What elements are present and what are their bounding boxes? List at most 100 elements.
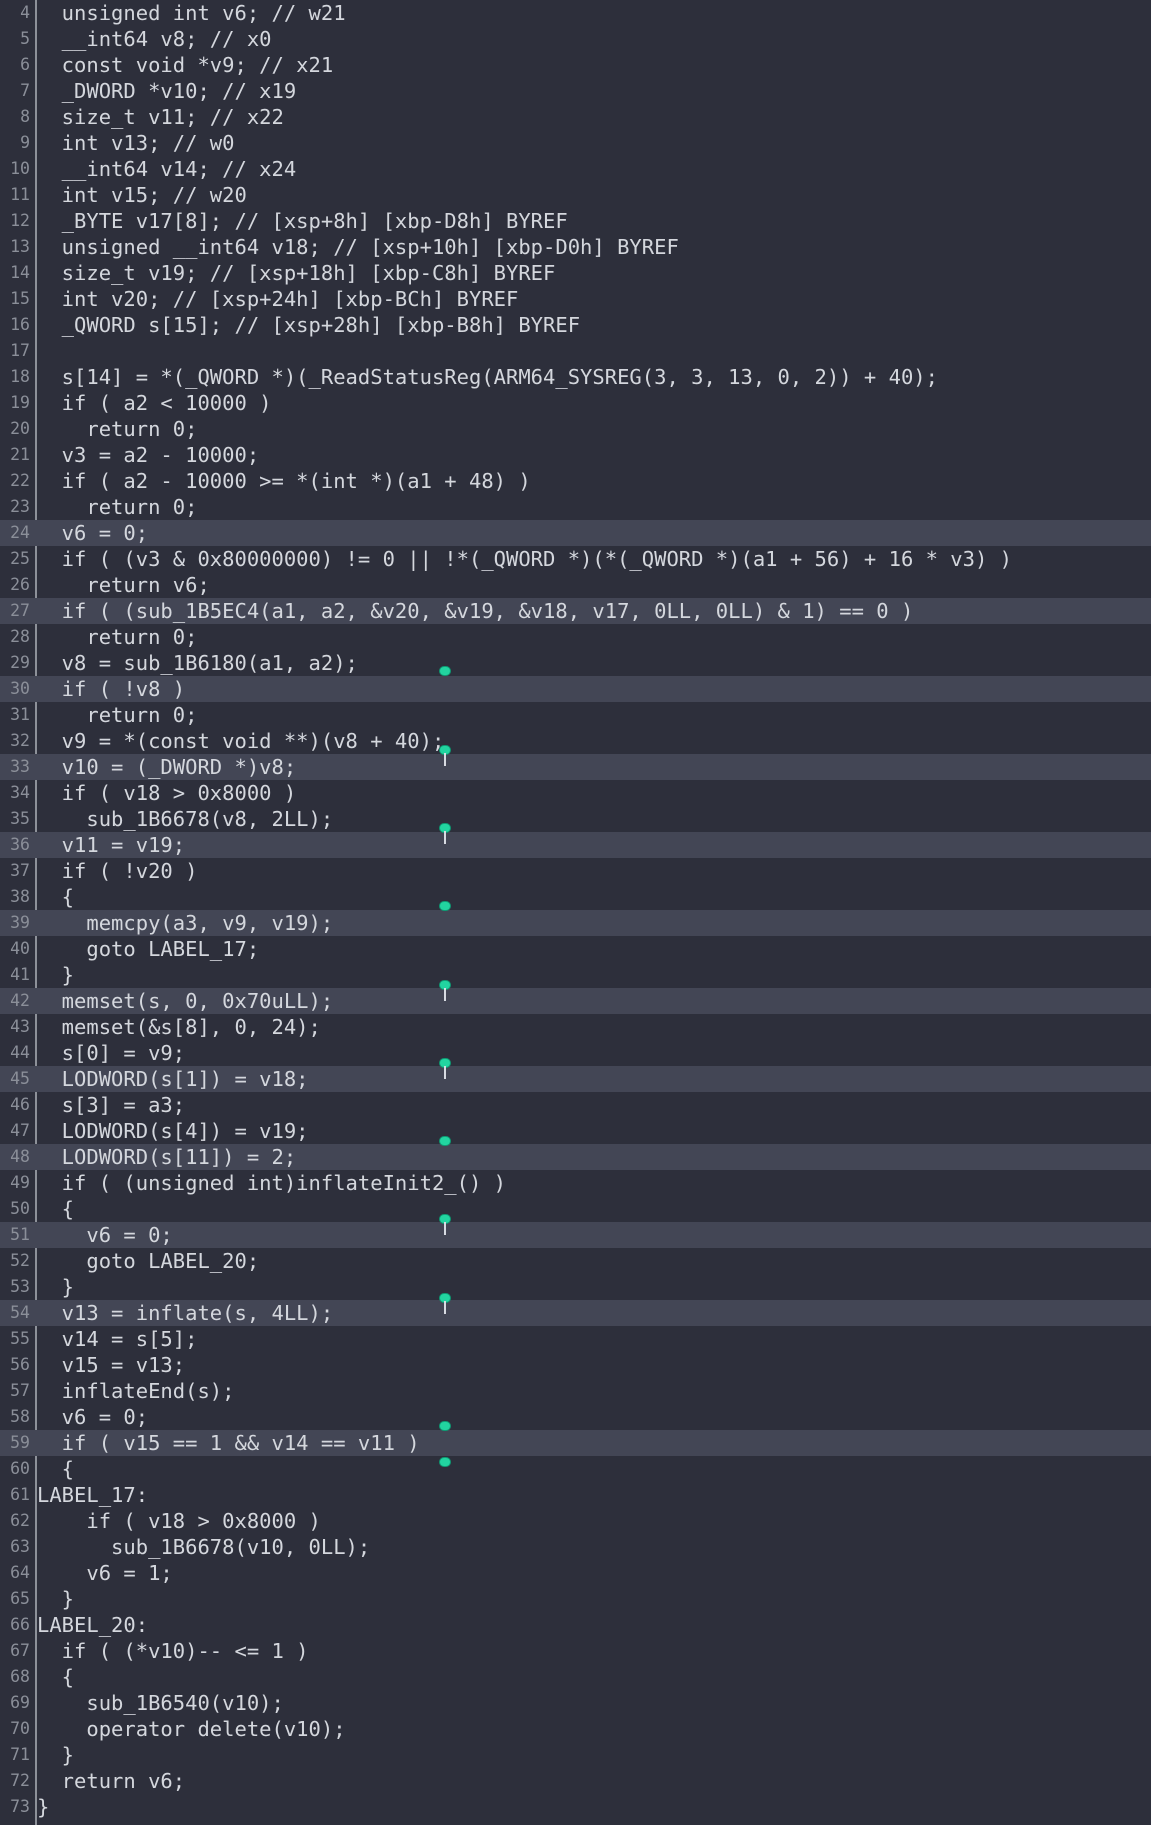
code-line[interactable]: 51 v6 = 0;	[0, 1222, 1151, 1248]
code-text[interactable]: inflateEnd(s);	[37, 1378, 235, 1404]
code-text[interactable]: if ( v18 > 0x8000 )	[37, 780, 297, 806]
code-text[interactable]: }	[37, 1794, 49, 1820]
code-text[interactable]: _BYTE v17[8]; // [xsp+8h] [xbp-D8h] BYRE…	[37, 208, 568, 234]
code-text[interactable]: return 0;	[37, 702, 197, 728]
code-text[interactable]: unsigned int v6; // w21	[37, 0, 346, 26]
code-line[interactable]: 44 s[0] = v9;	[0, 1040, 1151, 1066]
code-line[interactable]: 29 v8 = sub_1B6180(a1, a2);	[0, 650, 1151, 676]
code-line[interactable]: 37 if ( !v20 )	[0, 858, 1151, 884]
code-text[interactable]: v15 = v13;	[37, 1352, 185, 1378]
code-text[interactable]: {	[37, 1664, 74, 1690]
code-line[interactable]: 11 int v15; // w20	[0, 182, 1151, 208]
code-text[interactable]: v14 = s[5];	[37, 1326, 198, 1352]
code-text[interactable]: sub_1B6540(v10);	[37, 1690, 283, 1716]
code-line[interactable]: 31 return 0;	[0, 702, 1151, 728]
code-line[interactable]: 13 unsigned __int64 v18; // [xsp+10h] [x…	[0, 234, 1151, 260]
code-text[interactable]: LODWORD(s[11]) = 2;	[37, 1144, 297, 1170]
code-line[interactable]: 46 s[3] = a3;	[0, 1092, 1151, 1118]
code-line[interactable]: 33 v10 = (_DWORD *)v8;	[0, 754, 1151, 780]
code-text[interactable]: }	[37, 1274, 74, 1300]
code-line[interactable]: 32 v9 = *(const void **)(v8 + 40);	[0, 728, 1151, 754]
code-line[interactable]: 28 return 0;	[0, 624, 1151, 650]
code-text[interactable]: sub_1B6678(v8, 2LL);	[37, 806, 333, 832]
code-line[interactable]: 17	[0, 338, 1151, 364]
code-text[interactable]: size_t v19; // [xsp+18h] [xbp-C8h] BYREF	[37, 260, 556, 286]
code-line[interactable]: 59 if ( v15 == 1 && v14 == v11 )	[0, 1430, 1151, 1456]
code-text[interactable]: v6 = 0;	[37, 1404, 148, 1430]
code-line[interactable]: 63 sub_1B6678(v10, 0LL);	[0, 1534, 1151, 1560]
code-text[interactable]: v10 = (_DWORD *)v8;	[37, 754, 297, 780]
code-line[interactable]: 19 if ( a2 < 10000 )	[0, 390, 1151, 416]
code-text[interactable]: }	[37, 962, 74, 988]
code-text[interactable]: memcpy(a3, v9, v19);	[37, 910, 333, 936]
code-text[interactable]: _QWORD s[15]; // [xsp+28h] [xbp-B8h] BYR…	[37, 312, 580, 338]
code-line[interactable]: 15 int v20; // [xsp+24h] [xbp-BCh] BYREF	[0, 286, 1151, 312]
code-text[interactable]: }	[37, 1742, 74, 1768]
code-text[interactable]: if ( v15 == 1 && v14 == v11 )	[37, 1430, 420, 1456]
code-line[interactable]: 53 }	[0, 1274, 1151, 1300]
code-line[interactable]: 6 const void *v9; // x21	[0, 52, 1151, 78]
code-text[interactable]: }	[37, 1586, 74, 1612]
code-line[interactable]: 70 operator delete(v10);	[0, 1716, 1151, 1742]
code-text[interactable]: v13 = inflate(s, 4LL);	[37, 1300, 334, 1326]
code-text[interactable]: goto LABEL_20;	[37, 1248, 259, 1274]
code-text[interactable]: _DWORD *v10; // x19	[37, 78, 297, 104]
code-line[interactable]: 36 v11 = v19;	[0, 832, 1151, 858]
code-line[interactable]: 16 _QWORD s[15]; // [xsp+28h] [xbp-B8h] …	[0, 312, 1151, 338]
code-text[interactable]: return v6;	[37, 572, 209, 598]
code-text[interactable]: {	[37, 884, 74, 910]
code-line[interactable]: 14 size_t v19; // [xsp+18h] [xbp-C8h] BY…	[0, 260, 1151, 286]
code-line[interactable]: 47 LODWORD(s[4]) = v19;	[0, 1118, 1151, 1144]
code-line[interactable]: 66 LABEL_20:	[0, 1612, 1151, 1638]
code-text[interactable]: if ( !v20 )	[37, 858, 198, 884]
code-text[interactable]: v8 = sub_1B6180(a1, a2);	[37, 650, 358, 676]
code-text[interactable]: if ( (*v10)-- <= 1 )	[37, 1638, 309, 1664]
code-text[interactable]: unsigned __int64 v18; // [xsp+10h] [xbp-…	[37, 234, 679, 260]
code-line[interactable]: 24 v6 = 0;	[0, 520, 1151, 546]
code-text[interactable]: LODWORD(s[4]) = v19;	[37, 1118, 309, 1144]
code-line[interactable]: 10 __int64 v14; // x24	[0, 156, 1151, 182]
code-text[interactable]: memset(&s[8], 0, 24);	[37, 1014, 321, 1040]
code-text[interactable]: s[0] = v9;	[37, 1040, 185, 1066]
code-line[interactable]: 42 memset(s, 0, 0x70uLL);	[0, 988, 1151, 1014]
code-line[interactable]: 7 _DWORD *v10; // x19	[0, 78, 1151, 104]
code-text[interactable]: memset(s, 0, 0x70uLL);	[37, 988, 334, 1014]
pseudocode-editor[interactable]: 4 unsigned int v6; // w21 5 __int64 v8; /…	[0, 0, 1151, 1825]
code-line[interactable]: 12 _BYTE v17[8]; // [xsp+8h] [xbp-D8h] B…	[0, 208, 1151, 234]
code-text[interactable]: if ( a2 - 10000 >= *(int *)(a1 + 48) )	[37, 468, 531, 494]
code-line[interactable]: 9 int v13; // w0	[0, 130, 1151, 156]
code-line[interactable]: 40 goto LABEL_17;	[0, 936, 1151, 962]
code-text[interactable]: return 0;	[37, 494, 197, 520]
code-line[interactable]: 8 size_t v11; // x22	[0, 104, 1151, 130]
code-line[interactable]: 30 if ( !v8 )	[0, 676, 1151, 702]
code-text[interactable]: int v13; // w0	[37, 130, 235, 156]
code-line[interactable]: 69 sub_1B6540(v10);	[0, 1690, 1151, 1716]
code-line[interactable]: 23 return 0;	[0, 494, 1151, 520]
code-text[interactable]: __int64 v14; // x24	[37, 156, 297, 182]
code-line[interactable]: 35 sub_1B6678(v8, 2LL);	[0, 806, 1151, 832]
code-text[interactable]: int v15; // w20	[37, 182, 247, 208]
code-text[interactable]: {	[37, 1456, 74, 1482]
code-line[interactable]: 20 return 0;	[0, 416, 1151, 442]
code-line[interactable]: 57 inflateEnd(s);	[0, 1378, 1151, 1404]
code-line[interactable]: 61 LABEL_17:	[0, 1482, 1151, 1508]
code-text[interactable]: if ( !v8 )	[37, 676, 185, 702]
code-line[interactable]: 73}	[0, 1794, 1151, 1820]
code-line[interactable]: 68 {	[0, 1664, 1151, 1690]
code-text[interactable]: v6 = 1;	[37, 1560, 172, 1586]
code-text[interactable]: sub_1B6678(v10, 0LL);	[37, 1534, 370, 1560]
code-text[interactable]: const void *v9; // x21	[37, 52, 334, 78]
code-line[interactable]: 22 if ( a2 - 10000 >= *(int *)(a1 + 48) …	[0, 468, 1151, 494]
code-line[interactable]: 38 {	[0, 884, 1151, 910]
code-line[interactable]: 62 if ( v18 > 0x8000 )	[0, 1508, 1151, 1534]
code-line[interactable]: 64 v6 = 1;	[0, 1560, 1151, 1586]
code-text[interactable]: v6 = 0;	[37, 520, 148, 546]
code-line[interactable]: 52 goto LABEL_20;	[0, 1248, 1151, 1274]
code-text[interactable]: __int64 v8; // x0	[37, 26, 272, 52]
code-line[interactable]: 4 unsigned int v6; // w21	[0, 0, 1151, 26]
code-text[interactable]: s[14] = *(_QWORD *)(_ReadStatusReg(ARM64…	[37, 364, 938, 390]
code-text[interactable]: v6 = 0;	[37, 1222, 172, 1248]
code-text[interactable]: LABEL_20:	[37, 1612, 148, 1638]
code-text[interactable]: {	[37, 1196, 74, 1222]
code-line[interactable]: 71 }	[0, 1742, 1151, 1768]
